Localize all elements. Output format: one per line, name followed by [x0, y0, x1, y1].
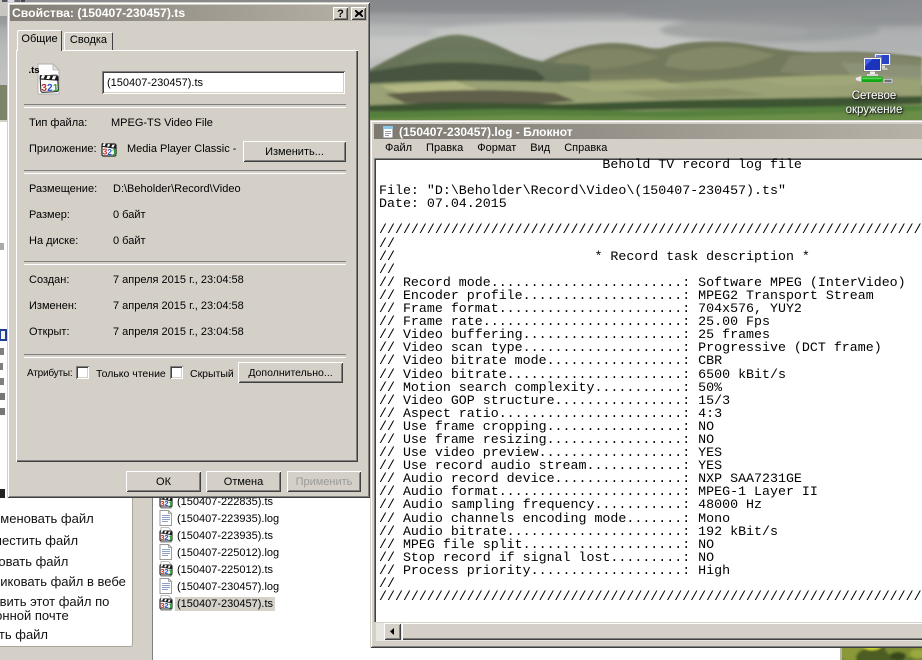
svg-text:.ts: .ts	[29, 65, 40, 76]
svg-text:1: 1	[168, 499, 172, 508]
svg-text:1: 1	[168, 533, 172, 542]
svg-text:1: 1	[168, 601, 172, 610]
svg-text:1: 1	[53, 83, 60, 94]
svg-text:1: 1	[112, 147, 117, 157]
svg-text:1: 1	[168, 567, 172, 576]
